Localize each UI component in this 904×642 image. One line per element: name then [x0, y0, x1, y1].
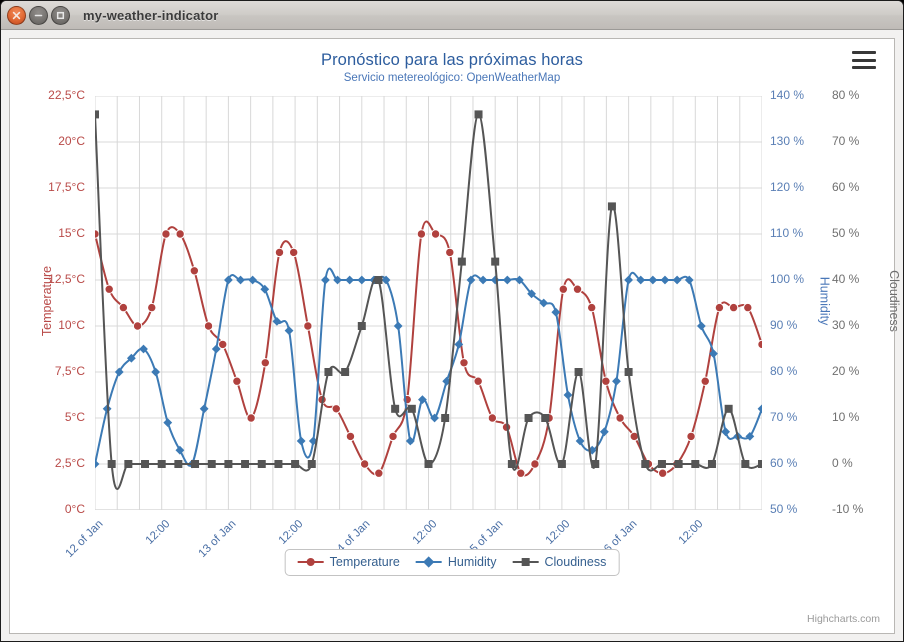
axis-tick-humidity: 70 % — [770, 410, 798, 424]
chart-legend: Temperature Humidity Cloudiness — [284, 549, 620, 576]
chart-subtitle: Servicio metereológico: OpenWeatherMap — [343, 72, 561, 84]
axis-tick-temperature: 0°C — [64, 502, 85, 516]
axis-tick-humidity: 140 % — [770, 88, 805, 102]
legend-marker-circle-icon — [297, 556, 324, 568]
axis-tick-humidity: 120 % — [770, 180, 805, 194]
legend-item-humidity[interactable]: Humidity — [415, 555, 497, 569]
axis-tick-temperature: 22,5°C — [48, 88, 85, 102]
axis-tick-humidity: 90 % — [770, 318, 798, 332]
window-title: my-weather-indicator — [83, 7, 219, 23]
axis-tick-temperature: 20°C — [58, 134, 85, 148]
axis-tick-cloudiness: 20 % — [832, 364, 860, 378]
axis-tick-cloudiness: 60 % — [832, 180, 860, 194]
axis-tick-x: 12:00 — [143, 518, 173, 547]
axis-tick-humidity: 60 % — [770, 456, 798, 470]
legend-label: Cloudiness — [544, 555, 607, 569]
axis-title-temperature: Temperature — [40, 265, 55, 337]
chart-credits: Highcharts.com — [807, 613, 880, 625]
axis-tick-humidity: 80 % — [770, 364, 798, 378]
axis-tick-humidity: 130 % — [770, 134, 805, 148]
hamburger-menu-icon[interactable] — [852, 51, 876, 69]
chart-container: Pronóstico para las próximas horas Servi… — [9, 38, 901, 634]
hamburger-bar — [852, 51, 876, 54]
legend-item-cloudiness[interactable]: Cloudiness — [512, 555, 606, 569]
axis-tick-x: 12:00 — [676, 518, 706, 547]
axis-tick-humidity: 50 % — [770, 502, 798, 516]
axis-title-cloudiness: Cloudiness — [886, 270, 901, 332]
axis-tick-temperature: 17,5°C — [48, 180, 85, 194]
maximize-button[interactable] — [51, 5, 70, 25]
close-icon — [12, 11, 21, 19]
plot-area — [95, 96, 762, 510]
axis-tick-cloudiness: 30 % — [832, 318, 860, 332]
axis-tick-humidity: 100 % — [770, 272, 805, 286]
axis-tick-temperature: 15°C — [58, 226, 85, 240]
axis-tick-cloudiness: 50 % — [832, 226, 860, 240]
hamburger-bar — [852, 58, 876, 62]
axis-tick-temperature: 10°C — [58, 318, 85, 332]
chart-graphics — [95, 96, 762, 510]
maximize-icon — [56, 11, 65, 19]
axis-tick-cloudiness: 40 % — [832, 272, 860, 286]
axis-tick-x: 12 of Jan — [63, 518, 106, 560]
legend-marker-square-icon — [512, 556, 539, 568]
close-button[interactable] — [7, 5, 26, 25]
axis-tick-cloudiness: 10 % — [832, 410, 860, 424]
grid-lines — [95, 96, 762, 510]
axis-tick-cloudiness: 80 % — [832, 88, 860, 102]
axis-tick-humidity: 110 % — [770, 226, 804, 240]
application-window: my-weather-indicator Pronóstico para las… — [0, 0, 904, 642]
chart-title: Pronóstico para las próximas horas — [320, 51, 584, 69]
axis-tick-temperature: 7,5°C — [54, 364, 85, 378]
legend-label: Humidity — [447, 555, 497, 569]
axis-tick-cloudiness: 70 % — [832, 134, 860, 148]
legend-marker-diamond-icon — [415, 556, 442, 568]
axis-title-humidity: Humidity — [817, 276, 832, 326]
legend-label: Temperature — [329, 555, 400, 569]
axis-tick-temperature: 5°C — [64, 410, 85, 424]
axis-tick-cloudiness: 0 % — [832, 456, 853, 470]
axis-tick-temperature: 2,5°C — [54, 456, 85, 470]
minimize-button[interactable] — [29, 5, 48, 25]
hamburger-bar — [852, 66, 876, 69]
window-titlebar: my-weather-indicator — [1, 1, 903, 30]
minimize-icon — [34, 14, 43, 16]
axis-tick-cloudiness: -10 % — [832, 502, 864, 516]
legend-item-temperature[interactable]: Temperature — [297, 555, 400, 569]
axis-tick-x: 13 of Jan — [196, 518, 239, 560]
